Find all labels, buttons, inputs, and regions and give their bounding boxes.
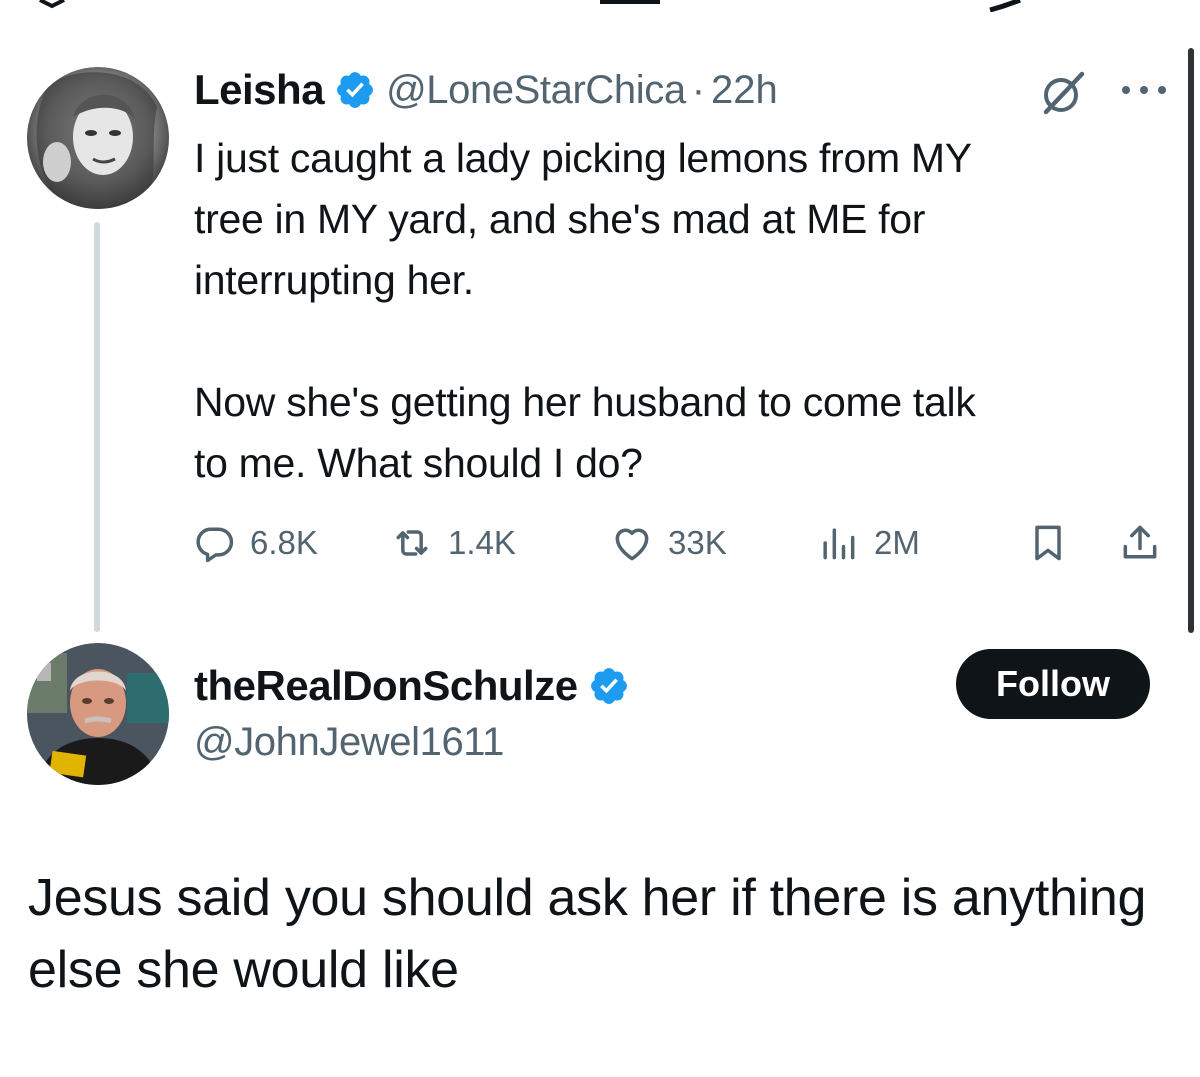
views-button[interactable]: 2M [816, 515, 920, 571]
leisha-avatar[interactable] [27, 67, 169, 209]
separator-dot: · [691, 67, 706, 112]
cropped-header-fragment [39, 0, 1021, 12]
author-handle[interactable]: @LoneStarChica [386, 68, 686, 113]
tweet-header: Leisha @LoneStarChica · 22h [194, 64, 778, 116]
don-schulze-avatar[interactable] [27, 643, 169, 785]
repost-count: 1.4K [448, 524, 516, 561]
bookmark-icon [1035, 525, 1061, 561]
reply-author-name[interactable]: theRealDonSchulze [194, 662, 578, 710]
thread-line [94, 222, 100, 632]
reply-header: theRealDonSchulze [194, 660, 640, 712]
grok-icon[interactable] [1040, 70, 1086, 116]
verified-badge-icon [337, 72, 373, 108]
more-options-icon[interactable] [1118, 80, 1170, 100]
scrollbar[interactable] [1188, 48, 1194, 633]
reply-button[interactable]: 6.8K [192, 515, 318, 571]
timestamp[interactable]: 22h [711, 68, 778, 113]
reply-author-handle[interactable]: @JohnJewel1611 [194, 720, 504, 765]
repost-icon [396, 530, 428, 556]
reply-count: 6.8K [250, 524, 318, 561]
like-count: 33K [668, 524, 727, 561]
repost-button[interactable]: 1.4K [390, 515, 516, 571]
heart-icon [615, 528, 649, 561]
bookmark-button[interactable] [1026, 515, 1084, 571]
views-icon [823, 528, 855, 560]
reply-text: Jesus said you should ask her if there i… [28, 869, 1147, 999]
tweet-text: I just caught a lady picking lemons from… [194, 135, 976, 486]
author-name[interactable]: Leisha [194, 66, 325, 114]
verified-badge-icon [590, 668, 627, 704]
views-count: 2M [874, 524, 920, 561]
follow-button[interactable]: Follow [956, 649, 1150, 719]
share-button[interactable] [1118, 515, 1176, 571]
reply-icon [196, 527, 234, 563]
share-icon [1123, 525, 1157, 559]
like-button[interactable]: 33K [610, 515, 727, 571]
tweet-actions: 6.8K 1.4K 33K 2M [192, 515, 1172, 571]
